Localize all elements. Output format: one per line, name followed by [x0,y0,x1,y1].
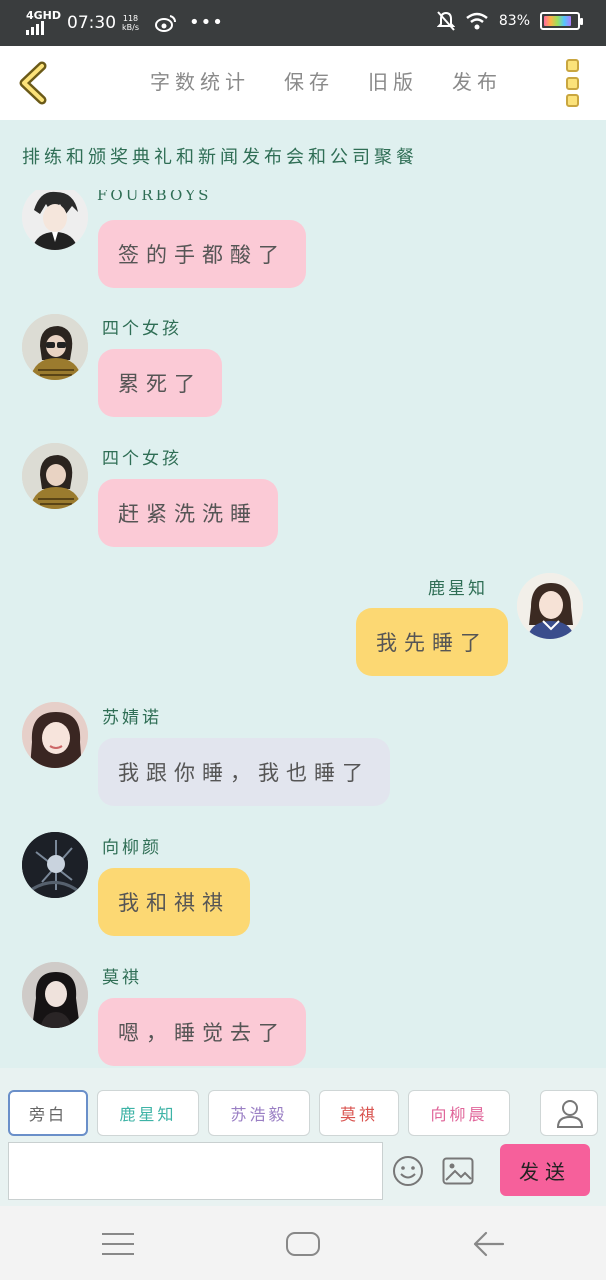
message-bubble[interactable]: 我跟你睡，我也睡了 [98,738,390,806]
avatar[interactable] [22,314,88,380]
sender-name: 莫祺 [102,968,142,988]
character-tab[interactable]: 鹿星知 [97,1090,199,1136]
image-button[interactable] [442,1157,474,1185]
smiley-icon [393,1156,423,1186]
emoji-button[interactable] [392,1155,424,1187]
message-bubble[interactable]: 累死了 [98,349,222,417]
word-count-button[interactable]: 字数统计 [150,66,250,95]
network-speed: 118 kB/s [122,13,140,32]
toolbar-menu: 字数统计 保存 旧版 发布 [150,66,502,95]
sender-name: 向柳颜 [102,838,162,858]
character-tab[interactable]: 向柳晨 [408,1090,510,1136]
network-type: 4GHD [26,9,62,22]
avatar[interactable] [22,190,88,250]
message-bubble[interactable]: 签的手都酸了 [98,220,306,288]
avatar[interactable] [517,573,583,639]
message-bubble[interactable]: 赶紧洗洗睡 [98,479,278,547]
more-menu-button[interactable] [566,59,580,107]
message-bubble[interactable]: 我和祺祺 [98,868,250,936]
chat-area[interactable]: FOURBOYS 签的手都酸了 四个女孩 累死了 四个女孩 赶紧洗洗睡 鹿星知 … [0,190,606,1068]
battery-percent: 83% [498,13,530,29]
sender-name: 四个女孩 [102,449,182,469]
character-tab-narrator[interactable]: 旁白 [8,1090,88,1136]
add-character-button[interactable] [540,1090,598,1136]
save-button[interactable]: 保存 [284,66,334,95]
status-bar: 4GHD 07:30 118 kB/s ••• 83% [0,0,606,46]
battery-icon [540,12,583,30]
avatar[interactable] [22,962,88,1028]
old-version-button[interactable]: 旧版 [368,66,418,95]
clock: 07:30 [67,12,117,33]
recents-button[interactable] [102,1233,134,1255]
sender-name: 四个女孩 [102,319,182,339]
sender-name: 苏婧诺 [102,708,162,728]
system-back-button[interactable] [472,1230,506,1258]
more-icon-dot [566,76,579,90]
story-title: 排练和颁奖典礼和新闻发布会和公司聚餐 [22,147,418,168]
send-button[interactable]: 发送 [500,1144,590,1196]
avatar[interactable] [22,832,88,898]
message-bubble[interactable]: 我先睡了 [356,608,508,676]
signal-indicator: 4GHD [26,10,61,35]
message-bubble[interactable]: 嗯，睡觉去了 [98,998,306,1066]
character-tab[interactable]: 莫祺 [319,1090,399,1136]
top-toolbar: 字数统计 保存 旧版 发布 [0,46,606,120]
mute-icon [436,11,455,31]
weibo-icon [155,14,177,32]
publish-button[interactable]: 发布 [452,66,502,95]
avatar[interactable] [22,443,88,509]
character-tabs: 旁白 鹿星知 苏浩毅 莫祺 向柳晨 [8,1090,510,1136]
more-dots-icon: ••• [189,12,224,33]
system-nav-bar [0,1206,606,1280]
sender-name: FOURBOYS [97,190,212,202]
more-icon-dot [566,94,579,107]
sender-name: 鹿星知 [428,579,488,599]
image-icon [442,1157,474,1185]
home-button[interactable] [286,1232,320,1256]
arrow-left-icon [473,1231,505,1257]
character-tab[interactable]: 苏浩毅 [208,1090,310,1136]
message-input[interactable] [8,1142,383,1200]
more-icon-dot [566,59,579,72]
person-icon [556,1100,584,1128]
back-button[interactable] [14,60,54,106]
chevron-left-icon [19,61,47,105]
avatar[interactable] [22,702,88,768]
wifi-icon [466,12,488,30]
composer: 旁白 鹿星知 苏浩毅 莫祺 向柳晨 发送 [0,1068,606,1206]
signal-icon [26,21,44,35]
